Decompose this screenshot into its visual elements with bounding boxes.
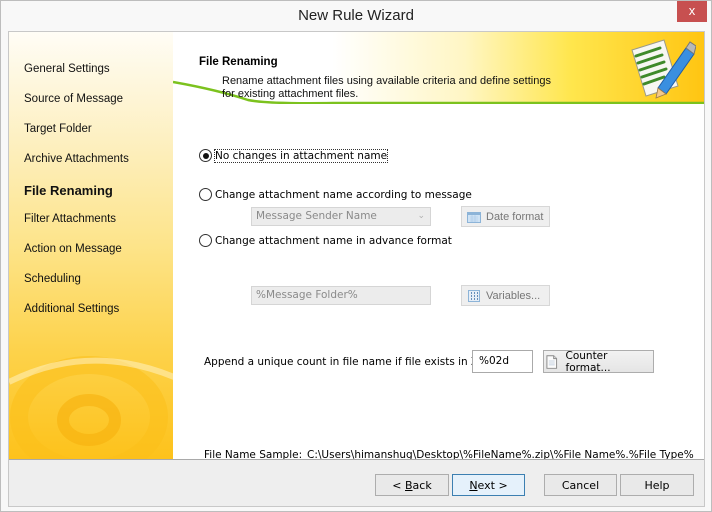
sidebar-item-scheduling[interactable]: Scheduling [24, 273, 81, 285]
counter-label: Append a unique count in file name if fi… [204, 356, 492, 368]
sidebar-item-archive-attachments[interactable]: Archive Attachments [24, 153, 129, 165]
wizard-client-area: General Settings Source of Message Targe… [8, 31, 705, 507]
title-bar: New Rule Wizard x [1, 1, 711, 32]
document-icon [546, 354, 558, 369]
advanced-format-input[interactable]: %Message Folder% [251, 286, 431, 305]
close-icon: x [688, 3, 696, 18]
sidebar-item-filter-attachments[interactable]: Filter Attachments [24, 213, 116, 225]
name-source-value: Message Sender Name [256, 210, 377, 222]
sidebar-item-action-on-message[interactable]: Action on Message [24, 243, 122, 255]
counter-format-input[interactable]: %02d [472, 350, 533, 373]
counter-format-value: %02d [479, 355, 510, 367]
wizard-window: New Rule Wizard x General Settings Sourc… [0, 0, 712, 512]
wizard-footer: < Back Next > Cancel Help [9, 459, 704, 506]
no-change-radio[interactable] [199, 149, 212, 162]
document-pencil-icon [631, 39, 696, 99]
chevron-down-icon: ⌄ [417, 211, 425, 221]
advanced-radio[interactable] [199, 234, 212, 247]
by-message-radio-option[interactable]: Change attachment name according to mess… [199, 188, 472, 201]
email-at-watermark-icon [9, 356, 173, 459]
advanced-radio-option[interactable]: Change attachment name in advance format [199, 234, 452, 247]
date-format-button[interactable]: Date format [461, 206, 550, 227]
help-button[interactable]: Help [620, 474, 694, 496]
date-format-label: Date format [486, 210, 544, 223]
next-button[interactable]: Next > [452, 474, 525, 496]
calendar-icon [467, 211, 481, 223]
back-label: < Back [392, 478, 432, 492]
back-button[interactable]: < Back [375, 474, 449, 496]
page-title: File Renaming [199, 56, 278, 68]
next-label: Next > [469, 478, 508, 492]
no-change-label[interactable]: No changes in attachment name [213, 148, 389, 163]
wizard-steps-sidebar: General Settings Source of Message Targe… [9, 32, 173, 459]
no-change-radio-option[interactable]: No changes in attachment name [199, 148, 389, 163]
name-source-select[interactable]: Message Sender Name ⌄ [251, 207, 431, 226]
page-description: Rename attachment files using available … [222, 75, 551, 100]
cancel-button[interactable]: Cancel [544, 474, 617, 496]
advanced-label[interactable]: Change attachment name in advance format [215, 235, 452, 247]
page-header-banner: File Renaming Rename attachment files us… [173, 32, 704, 104]
variables-label: Variables... [486, 289, 541, 302]
file-renaming-panel: No changes in attachment name Change att… [173, 104, 704, 461]
sidebar-item-source-of-message[interactable]: Source of Message [24, 93, 123, 105]
advanced-format-value: %Message Folder% [256, 289, 358, 301]
by-message-radio[interactable] [199, 188, 212, 201]
sidebar-item-target-folder[interactable]: Target Folder [24, 123, 92, 135]
by-message-label[interactable]: Change attachment name according to mess… [215, 189, 472, 201]
sidebar-item-file-renaming[interactable]: File Renaming [24, 183, 113, 198]
variables-button[interactable]: Variables... [461, 285, 550, 306]
sidebar-item-additional-settings[interactable]: Additional Settings [24, 303, 119, 315]
close-button[interactable]: x [677, 1, 707, 22]
window-title: New Rule Wizard [298, 7, 414, 24]
counter-format-label: Counter format... [565, 349, 611, 374]
sidebar-item-general-settings[interactable]: General Settings [24, 63, 110, 75]
variables-icon [468, 289, 480, 302]
counter-format-button[interactable]: Counter format... [543, 349, 654, 374]
